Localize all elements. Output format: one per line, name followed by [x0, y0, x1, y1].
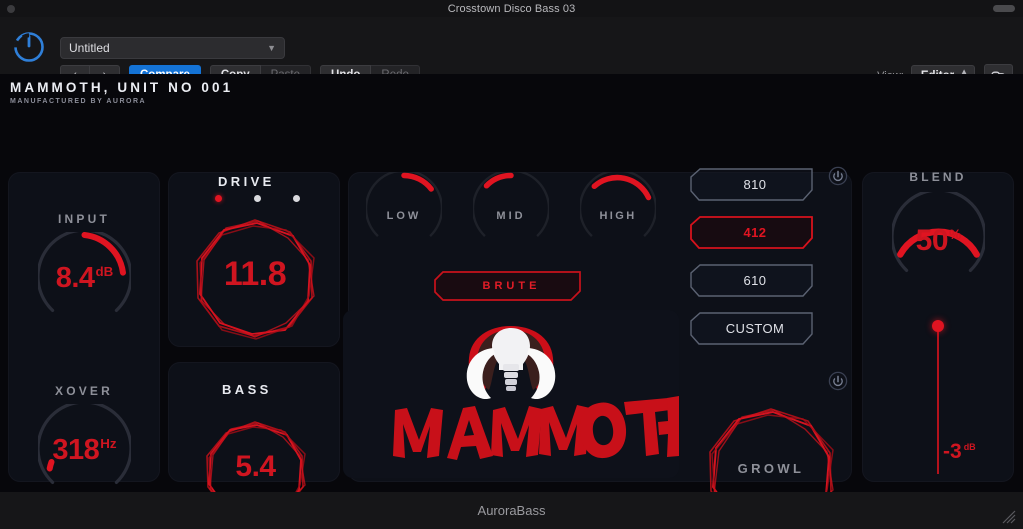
input-value-display: 8.4dB: [55, 262, 114, 294]
output-slider-thumb[interactable]: [931, 320, 944, 332]
cabinet-label-810: 810: [743, 177, 767, 192]
brand-block: MAMMOTH, UNIT NO 001 MANUFACTURED BY AUR…: [10, 80, 233, 105]
growl-power-circle-icon[interactable]: [828, 371, 848, 391]
cabinet-button-810[interactable]: 810: [690, 168, 820, 201]
brute-label: BRUTE: [482, 280, 541, 292]
brand-subtitle: MANUFACTURED BY AURORA: [10, 98, 147, 105]
drive-value-display: 11.8: [223, 255, 287, 293]
drive-led-2[interactable]: [254, 195, 261, 202]
cabinet-label-custom: CUSTOM: [725, 321, 785, 336]
cabinet-button-custom[interactable]: CUSTOM: [690, 312, 820, 345]
drive-led-3[interactable]: [293, 195, 300, 202]
plugin-canvas: MAMMOTH, UNIT NO 001 MANUFACTURED BY AUR…: [0, 74, 1023, 492]
input-knob[interactable]: 8.4dB: [38, 232, 131, 325]
chevron-down-icon: ▼: [267, 43, 276, 53]
cabinet-power-circle-icon[interactable]: [828, 166, 848, 186]
low-label: LOW: [386, 210, 422, 222]
plugin-window: Crosstown Disco Bass 03 Untitled ▼ ‹ › C…: [0, 0, 1023, 529]
window-resize-pill[interactable]: [993, 5, 1015, 12]
bass-value-display: 5.4: [235, 450, 276, 483]
cabinet-label-610: 610: [743, 273, 767, 288]
window-title: Crosstown Disco Bass 03: [447, 2, 576, 15]
blend-knob[interactable]: 50%: [892, 192, 985, 285]
cabinet-button-610[interactable]: 610: [690, 264, 820, 297]
input-label: INPUT: [58, 212, 110, 226]
output-slider[interactable]: -3 dB: [895, 314, 980, 474]
host-toolbar: Untitled ▼ ‹ › Compare Copy Paste Undo R…: [0, 17, 1023, 87]
high-knob[interactable]: HIGH: [580, 172, 656, 248]
mid-label: MID: [496, 210, 526, 222]
drive-led-1[interactable]: [215, 195, 222, 202]
resize-grip[interactable]: [1002, 510, 1016, 524]
drive-knob[interactable]: 11.8: [186, 208, 324, 346]
bass-label: BASS: [222, 382, 272, 397]
blend-value-display: 50%: [915, 224, 962, 257]
low-knob[interactable]: LOW: [366, 172, 442, 248]
footer-title: AuroraBass: [477, 503, 546, 518]
window-titlebar: Crosstown Disco Bass 03: [0, 0, 1023, 17]
drive-led-row: [215, 195, 300, 202]
preset-select[interactable]: Untitled ▼: [60, 37, 285, 59]
window-close-dot[interactable]: [7, 5, 15, 13]
power-icon[interactable]: [13, 31, 45, 63]
drive-label: DRIVE: [218, 174, 275, 189]
xover-label: XOVER: [54, 384, 113, 398]
plugin-footer: AuroraBass: [0, 492, 1023, 529]
output-slider-track[interactable]: [936, 326, 939, 474]
cabinet-label-412: 412: [743, 225, 767, 240]
growl-label: GROWL: [737, 461, 805, 476]
cabinet-button-412[interactable]: 412: [690, 216, 820, 249]
blend-label: BLEND: [909, 170, 967, 184]
mammoth-logo: [343, 310, 679, 478]
high-label: HIGH: [599, 210, 637, 222]
xover-knob[interactable]: 318Hz: [38, 404, 131, 492]
brute-button[interactable]: BRUTE: [434, 271, 589, 301]
output-value-display: -3 dB: [943, 440, 976, 463]
growl-knob[interactable]: GROWL: [700, 399, 842, 492]
brand-title: MAMMOTH, UNIT NO 001: [10, 80, 234, 95]
mid-knob[interactable]: MID: [473, 172, 549, 248]
xover-value-display: 318Hz: [52, 434, 117, 466]
preset-name: Untitled: [69, 41, 110, 55]
bass-knob[interactable]: 5.4: [198, 412, 313, 492]
